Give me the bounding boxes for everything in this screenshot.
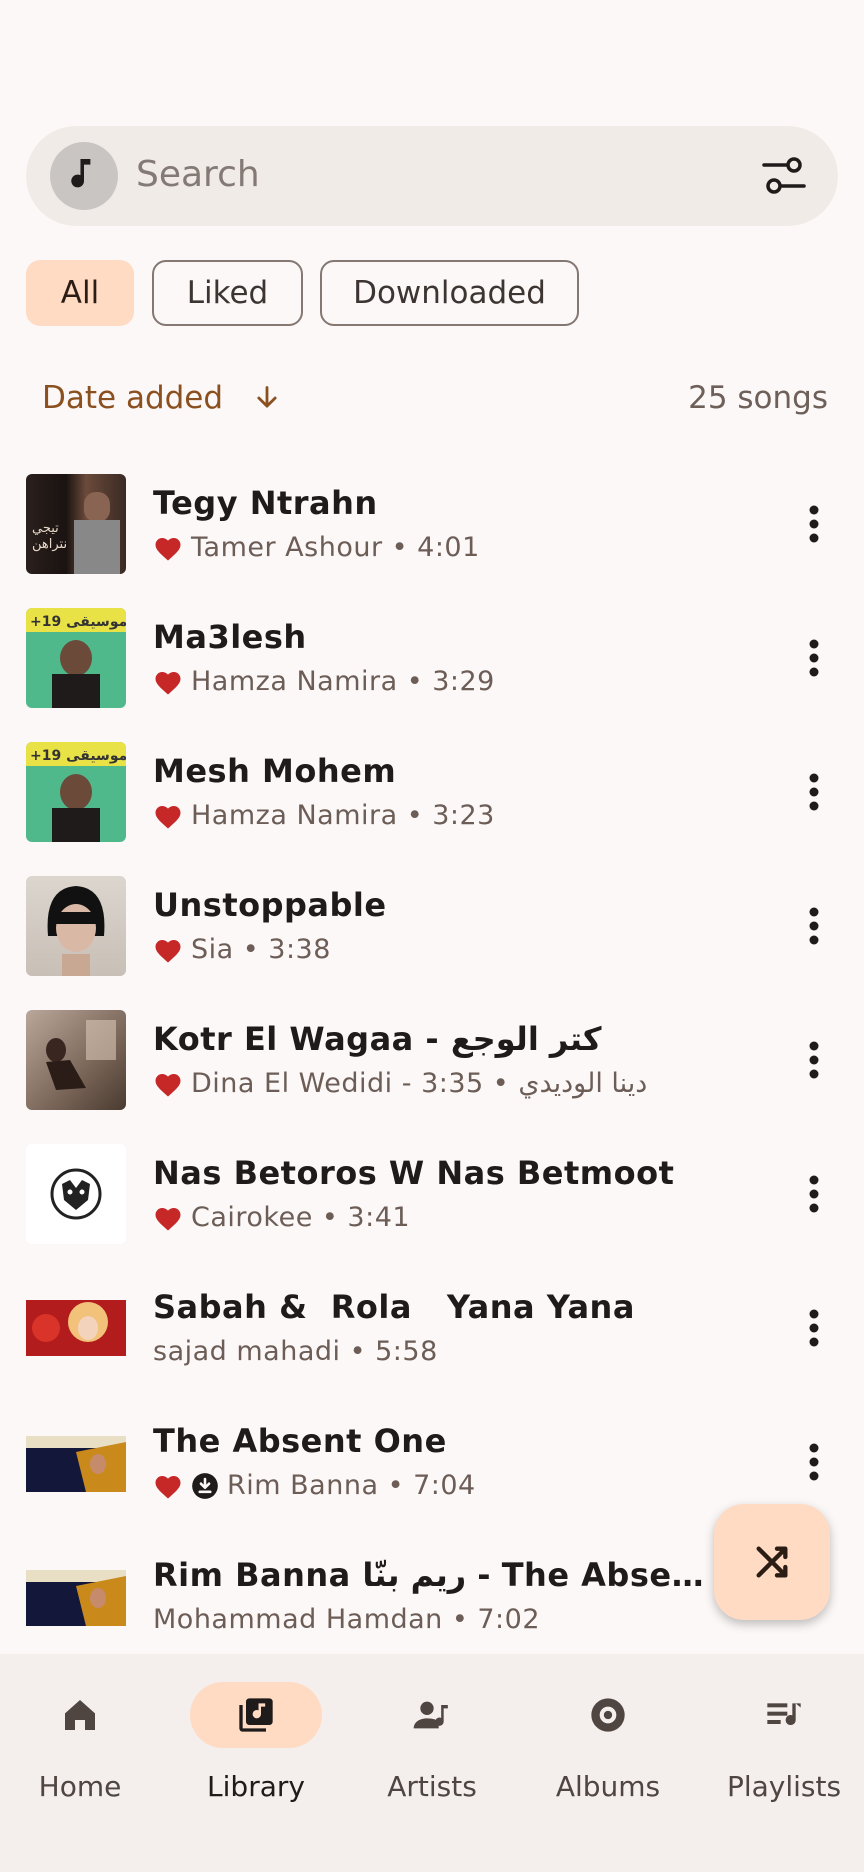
song-title: Unstoppable [153,886,387,924]
song-subtitle: Hamza Namira • 3:29 [153,666,495,697]
heart-icon [155,1475,181,1498]
album-art [26,1412,126,1512]
album-art: تيجي نتراهن [26,474,126,574]
svg-text:تيجي: تيجي [32,521,59,536]
song-row[interactable]: +19 موسيقى Mesh Mohem Hamza Namira • 3:2… [0,742,864,876]
song-artist-duration: Rim Banna • 7:04 [227,1470,476,1501]
song-row[interactable]: Kotr El Wagaa - كتر الوجع Dina El Wedidi… [0,1010,864,1144]
song-title: Ma3lesh [153,618,307,656]
song-artist-duration: Hamza Namira • 3:23 [191,800,495,831]
shuffle-icon [756,1546,788,1578]
chip-all[interactable]: All [26,260,134,326]
song-title: Mesh Mohem [153,752,397,790]
song-row[interactable]: Nas Betoros W Nas Betmoot Cairokee • 3:4… [0,1144,864,1278]
library-music-icon [239,1698,273,1732]
more-vert-icon[interactable] [808,638,820,678]
tune-icon[interactable] [762,156,806,196]
nav-albums[interactable]: Albums [522,1678,694,1818]
more-vert-icon[interactable] [808,906,820,946]
song-row[interactable]: +19 موسيقى Ma3lesh Hamza Namira • 3:29 [0,608,864,742]
album-art [26,876,126,976]
nav-label: Home [38,1770,122,1803]
song-title: Rim Banna ريم بنّا - The Absent One [153,1556,721,1594]
more-vert-icon[interactable] [808,1040,820,1080]
heart-icon [155,1073,181,1096]
shuffle-button[interactable] [714,1504,830,1620]
album-icon [591,1698,625,1732]
song-artist-duration: Cairokee • 3:41 [191,1202,411,1233]
bottom-navigation: Home Library Artists Albums Playlists [0,1654,864,1872]
song-artist-duration: Hamza Namira • 3:29 [191,666,495,697]
artist-icon [413,1701,448,1729]
album-art [26,1144,126,1244]
heart-icon [155,537,181,560]
heart-icon [155,939,181,962]
more-vert-icon[interactable] [808,1442,820,1482]
search-placeholder: Search [136,154,260,195]
song-title: Kotr El Wagaa - كتر الوجع [153,1020,602,1058]
heart-icon [155,1207,181,1230]
playlist-icon [767,1703,801,1726]
song-row[interactable]: Sabah & Rola Yana Yana sajad mahadi • 5:… [0,1278,864,1412]
svg-text:+19 موسيقى: +19 موسيقى [30,614,126,630]
nav-label: Library [207,1770,305,1803]
svg-text:+19 موسيقى: +19 موسيقى [30,748,126,764]
album-art: +19 موسيقى [26,742,126,842]
home-icon [65,1700,95,1730]
song-subtitle: sajad mahadi • 5:58 [153,1336,438,1367]
song-artist-duration: Dina El Wedidi - 3:35 • دينا الوديدي [191,1068,648,1099]
arrow-down-icon [257,386,277,408]
sort-label: Date added [42,380,224,416]
music-note-icon[interactable] [50,142,118,210]
song-subtitle: Dina El Wedidi - 3:35 • دينا الوديدي [153,1068,647,1099]
nav-home[interactable]: Home [0,1678,166,1818]
song-artist-duration: sajad mahadi • 5:58 [153,1336,438,1367]
song-artist-duration: Mohammad Hamdan • 7:02 [153,1604,541,1635]
song-row[interactable]: Unstoppable Sia • 3:38 [0,876,864,1010]
more-vert-icon[interactable] [808,1174,820,1214]
more-vert-icon[interactable] [808,1308,820,1348]
heart-icon [155,671,181,694]
album-art [26,1278,126,1378]
song-subtitle: Cairokee • 3:41 [153,1202,410,1233]
nav-library[interactable]: Library [170,1678,342,1818]
song-title: Nas Betoros W Nas Betmoot [153,1154,675,1192]
song-artist-duration: Tamer Ashour • 4:01 [191,532,480,563]
song-title: Tegy Ntrahn [153,484,378,522]
song-title: Sabah & Rola Yana Yana [153,1288,635,1326]
download-done-icon [192,1472,218,1499]
song-subtitle: Tamer Ashour • 4:01 [153,532,480,563]
chip-downloaded[interactable]: Downloaded [320,260,579,326]
nav-playlists[interactable]: Playlists [698,1678,864,1818]
nav-label: Playlists [726,1770,842,1803]
nav-artists[interactable]: Artists [346,1678,518,1818]
album-art: +19 موسيقى [26,608,126,708]
song-subtitle: Sia • 3:38 [153,934,331,965]
song-subtitle: Mohammad Hamdan • 7:02 [153,1604,540,1635]
sort-button[interactable]: Date added [42,380,281,416]
song-count: 25 songs [688,380,828,416]
album-art [26,1546,126,1646]
more-vert-icon[interactable] [808,504,820,544]
heart-icon [155,805,181,828]
nav-label: Albums [555,1770,661,1803]
chip-liked[interactable]: Liked [152,260,303,326]
song-subtitle: Rim Banna • 7:04 [153,1470,476,1501]
more-vert-icon[interactable] [808,772,820,812]
search-bar[interactable]: Search [26,126,838,226]
nav-label: Artists [387,1770,477,1803]
album-art [26,1010,126,1110]
song-subtitle: Hamza Namira • 3:23 [153,800,495,831]
song-artist-duration: Sia • 3:38 [191,934,331,965]
svg-text:نتراهن: نتراهن [32,537,67,552]
song-row[interactable]: تيجي نتراهن Tegy Ntrahn Tamer Ashour • 4:… [0,474,864,608]
song-title: The Absent One [153,1422,447,1460]
